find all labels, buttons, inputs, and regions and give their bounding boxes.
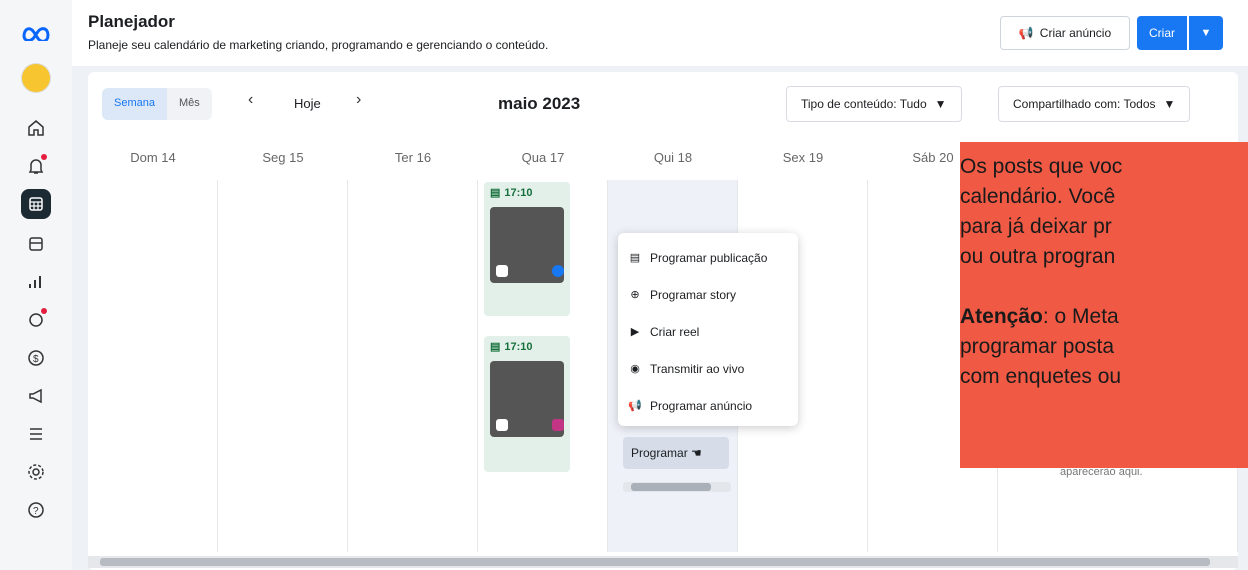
page-title: Planejador [88,12,175,31]
menu-item-create-reel[interactable]: ▶ Criar reel [618,313,798,350]
post-icon: ▤ [629,252,641,264]
home-icon[interactable] [14,110,58,146]
menu-icon[interactable] [14,416,58,452]
create-dropdown-button[interactable]: ▼ [1189,16,1223,50]
day-header: Dom 14 [130,150,176,165]
shared-with-label: Compartilhado com: Todos [1013,97,1156,111]
content-icon[interactable] [14,226,58,262]
caret-down-icon: ▼ [934,97,947,111]
post-icon: ▤ [490,341,501,353]
page-subtitle: Planeje seu calendário de marketing cria… [88,38,549,52]
facebook-icon [552,265,564,277]
help-icon[interactable]: ? [14,492,58,528]
menu-item-go-live[interactable]: ◉ Transmitir ao vivo [618,350,798,387]
schedule-button-label: Programar [631,446,688,460]
column-scrollbar[interactable] [623,482,731,492]
menu-item-schedule-ad[interactable]: 📢 Programar anúncio [618,387,798,424]
create-ad-button[interactable]: 📢 Criar anúncio [1000,16,1130,50]
ads-icon[interactable] [14,378,58,414]
schedule-button[interactable]: Programar ☚ [623,437,729,469]
create-button[interactable]: Criar [1137,16,1187,50]
menu-item-label: Criar reel [650,324,700,339]
horizontal-scrollbar[interactable] [88,556,1238,568]
day-column[interactable] [218,180,348,552]
day-header: Seg 15 [262,150,304,165]
menu-item-label: Programar publicação [650,250,768,265]
caret-down-icon: ▼ [1163,97,1176,111]
callout-line: calendário. Você [960,185,1116,208]
monetization-icon[interactable]: $ [14,340,58,376]
meta-logo-icon[interactable] [14,14,58,50]
content-type-label: Tipo de conteúdo: Tudo [801,97,927,111]
scheduled-post[interactable]: ▤ 17:10 [484,336,570,472]
sidebar: $ ? [0,0,72,570]
callout-bold: Atenção [960,305,1043,328]
today-button[interactable]: Hoje [294,96,321,111]
post-icon: ▤ [490,187,501,199]
gear-icon[interactable] [14,454,58,490]
post-thumbnail [490,207,564,283]
instagram-icon [552,419,564,431]
callout-line: com enquetes ou [960,365,1122,388]
live-icon: ◉ [630,363,640,375]
header: Planejador Planeje seu calendário de mar… [72,0,1248,66]
planner-icon[interactable] [21,189,51,219]
caret-down-icon: ▼ [1200,27,1212,39]
menu-item-label: Programar anúncio [650,398,753,413]
day-column[interactable]: ▤ 17:10 ▤ 17:10 [478,180,608,552]
callout-line: ou outra progran [960,245,1116,268]
post-time: 17:10 [504,186,533,199]
shared-with-dropdown[interactable]: Compartilhado com: Todos ▼ [998,86,1191,122]
menu-item-schedule-story[interactable]: ⊕ Programar story [618,276,798,313]
schedule-menu: ▤ Programar publicação ⊕ Programar story ▶… [618,233,798,426]
inbox-icon[interactable] [14,302,58,338]
post-thumbnail [490,361,564,437]
callout-line: Atenção: o Meta [960,302,1248,332]
tutorial-callout: Os posts que voc calendário. Você para j… [960,142,1248,468]
day-header: Ter 16 [394,150,432,165]
story-icon: ⊕ [630,289,640,301]
reel-icon: ▶ [630,326,640,338]
insights-icon[interactable] [14,264,58,300]
day-header: Qui 18 [653,150,693,165]
menu-item-schedule-post[interactable]: ▤ Programar publicação [618,239,798,276]
megaphone-icon: 📢 [628,400,642,412]
day-column[interactable] [348,180,478,552]
chevron-left-icon[interactable]: ‹ [248,91,253,109]
content-type-dropdown[interactable]: Tipo de conteúdo: Tudo ▼ [786,86,962,122]
create-ad-label: Criar anúncio [1039,26,1112,40]
view-month-button[interactable]: Mês [167,88,212,120]
bell-icon[interactable] [14,148,58,184]
calendar-toolbar: Semana Mês ‹ Hoje › maio 2023 Tipo de co… [88,72,1238,142]
day-header: Qua 17 [521,150,565,165]
cursor-hand-icon: ☚ [691,446,702,460]
page-avatar[interactable] [14,60,58,96]
callout-line: Os posts que voc [960,155,1123,178]
post-time: 17:10 [504,340,533,353]
menu-item-label: Programar story [650,287,737,302]
day-header: Sex 19 [782,150,824,165]
month-label: maio 2023 [498,94,581,113]
scheduled-post[interactable]: ▤ 17:10 [484,182,570,316]
callout-line: para já deixar pr [960,215,1112,238]
view-toggle: Semana Mês [102,88,212,120]
svg-text:?: ? [33,506,39,517]
view-week-button[interactable]: Semana [102,88,167,120]
megaphone-icon: 📢 [1018,26,1034,40]
day-column[interactable] [88,180,218,552]
callout-line: programar posta [960,335,1115,358]
chevron-right-icon[interactable]: › [356,91,361,109]
callout-text: : o Meta [1042,305,1119,328]
svg-text:$: $ [33,354,39,365]
menu-item-label: Transmitir ao vivo [650,361,745,376]
